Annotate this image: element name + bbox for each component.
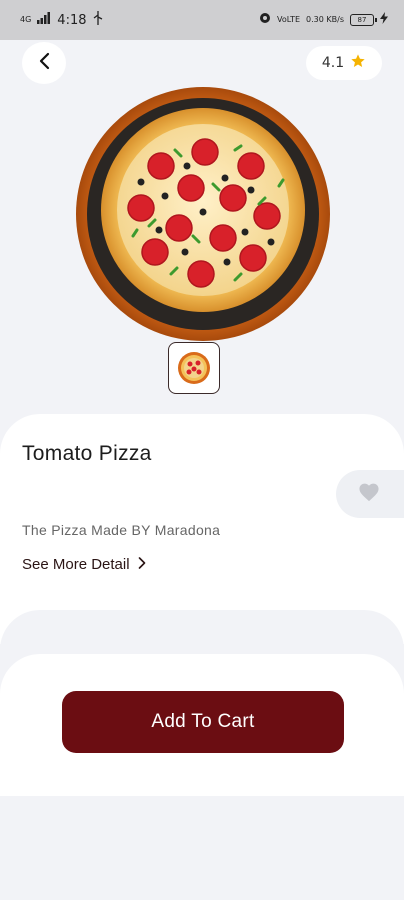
pizza-illustration (76, 87, 330, 341)
add-to-cart-button[interactable]: Add To Cart (62, 691, 344, 753)
see-more-label: See More Detail (22, 556, 130, 573)
battery-icon: 87 (350, 14, 377, 26)
add-to-cart-label: Add To Cart (151, 711, 255, 732)
rating-badge: 4.1 (306, 46, 382, 80)
product-image (75, 86, 331, 342)
status-time: 4:18 (57, 12, 87, 28)
chevron-left-icon (38, 52, 50, 74)
signal-icon (37, 12, 51, 28)
rating-value: 4.1 (321, 55, 345, 71)
pizza-thumbnail-icon (178, 352, 210, 384)
product-title: Tomato Pizza (22, 442, 152, 465)
see-more-link[interactable]: See More Detail (22, 556, 146, 573)
alarm-icon (259, 12, 271, 28)
battery-level: 87 (357, 16, 367, 24)
heart-icon (358, 482, 380, 506)
favorite-button[interactable] (336, 470, 404, 518)
back-button[interactable] (22, 42, 66, 84)
chevron-right-icon (138, 556, 146, 573)
network-indicator: 4G (20, 15, 32, 24)
product-description: The Pizza Made BY Maradona (22, 522, 221, 538)
charging-icon (380, 12, 388, 28)
volte-indicator: VoLTE (277, 15, 301, 24)
image-thumbnail[interactable] (168, 342, 220, 394)
network-speed: 0.30 KB/s (306, 15, 344, 24)
usb-icon (93, 11, 103, 29)
star-icon (350, 53, 366, 73)
status-bar: 4G 4:18 VoLTE 0.30 KB/s 87 (0, 0, 404, 40)
